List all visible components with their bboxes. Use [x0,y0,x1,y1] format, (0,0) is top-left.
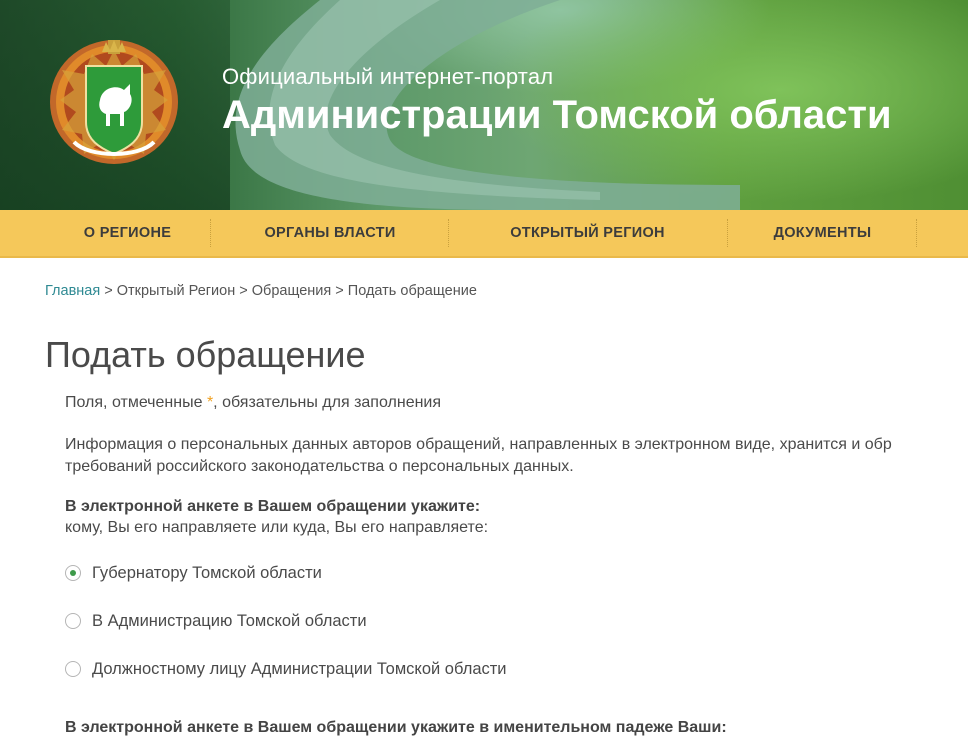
radio-option-administration[interactable]: В Администрацию Томской области [65,610,367,632]
nav-separator [210,219,211,247]
nav-item-authorities[interactable]: ОРГАНЫ ВЛАСТИ [230,210,430,256]
main-navigation: О РЕГИОНЕ ОРГАНЫ ВЛАСТИ ОТКРЫТЫЙ РЕГИОН … [0,210,968,258]
nav-separator [727,219,728,247]
nav-item-region[interactable]: О РЕГИОНЕ [55,210,200,256]
required-note-suffix: , обязательны для заполнения [213,394,442,411]
nav-separator [916,219,917,247]
site-title[interactable]: Администрации Томской области [222,93,892,138]
site-subtitle: Официальный интернет-портал [222,64,554,89]
radio-label[interactable]: В Администрацию Томской области [92,612,367,631]
radio-option-official[interactable]: Должностному лицу Администрации Томской … [65,658,507,680]
privacy-info-line-2: требований российского законодательства … [65,458,574,475]
radio-option-governor[interactable]: Губернатору Томской области [65,562,322,584]
radio-label[interactable]: Должностному лицу Администрации Томской … [92,660,507,679]
nav-separator [448,219,449,247]
name-section-heading: В электронной анкете в Вашем обращении у… [65,719,727,736]
required-note-prefix: Поля, отмеченные [65,394,207,411]
recipient-question: В электронной анкете в Вашем обращении у… [65,498,481,515]
nav-item-open-region[interactable]: ОТКРЫТЫЙ РЕГИОН [465,210,710,256]
recipient-question-sub: кому, Вы его направляете или куда, Вы ег… [65,519,489,536]
tomsk-coat-of-arms-icon[interactable] [44,30,184,170]
site-header: Официальный интернет-портал Администраци… [0,0,968,210]
radio-button[interactable] [65,661,81,677]
breadcrumb-home-link[interactable]: Главная [45,283,100,299]
nav-item-documents[interactable]: ДОКУМЕНТЫ [745,210,900,256]
breadcrumb: Главная > Открытый Регион > Обращения > … [45,283,477,299]
radio-label[interactable]: Губернатору Томской области [92,564,322,583]
radio-button[interactable] [65,565,81,581]
required-note: Поля, отмеченные *, обязательны для запо… [65,394,441,412]
breadcrumb-trail: > Открытый Регион > Обращения > Подать о… [100,283,477,299]
radio-button[interactable] [65,613,81,629]
privacy-info-line-1: Информация о персональных данных авторов… [65,436,892,453]
page-title: Подать обращение [45,334,366,375]
